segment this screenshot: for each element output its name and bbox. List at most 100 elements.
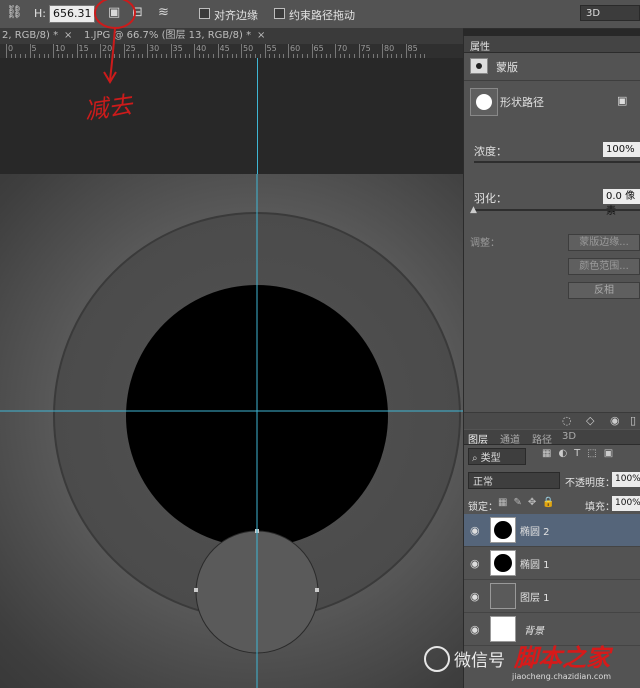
align-edges-checkbox[interactable] <box>199 8 210 19</box>
fill-field[interactable]: 100% <box>612 496 640 511</box>
ruler-label: 60 <box>290 44 301 53</box>
properties-title: 属性 <box>470 42 490 53</box>
fill-label: 填充： <box>585 502 615 513</box>
ruler-label: 85 <box>407 44 418 53</box>
artwork <box>0 174 463 688</box>
feather-field[interactable]: 0.0 像素 <box>603 189 640 217</box>
ruler-label: 0 <box>8 44 14 53</box>
layer-row[interactable]: ◉ 椭圆 1 <box>464 547 640 580</box>
document-canvas[interactable] <box>0 174 463 688</box>
ruler-label: 70 <box>337 44 348 53</box>
eye-icon[interactable]: ◉ <box>470 524 480 537</box>
ruler-tick <box>29 44 31 58</box>
ruler-label: 75 <box>360 44 371 53</box>
path-anchor-point <box>194 588 198 592</box>
layer-name[interactable]: 图层 1 <box>520 589 550 604</box>
tab-document-1[interactable]: 2, RGB/8) * <box>2 28 58 44</box>
layer-name[interactable]: 椭圆 1 <box>520 556 550 571</box>
search-icon: ⌕ <box>472 453 478 464</box>
layer-thumbnail <box>490 550 516 576</box>
ruler-label: 50 <box>243 44 254 53</box>
constrain-path-checkbox[interactable] <box>274 8 285 19</box>
opacity-label: 不透明度： <box>565 478 615 489</box>
ruler-tick <box>264 44 266 58</box>
path-anchor-point <box>315 588 319 592</box>
ruler-tick <box>405 44 407 58</box>
ruler-tick <box>288 44 289 58</box>
layer-name[interactable]: 椭圆 2 <box>520 523 550 538</box>
lock-label: 锁定： <box>468 502 498 513</box>
shape-path-label: 形状路径 <box>500 96 544 109</box>
ruler-label: 5 <box>31 44 37 53</box>
ruler-tick <box>358 44 360 58</box>
feather-label: 羽化： <box>474 192 507 205</box>
ruler-tick <box>217 44 219 58</box>
ruler-label: 80 <box>384 44 395 53</box>
eye-icon[interactable]: ◉ <box>470 557 480 570</box>
annotation-text: 减去 <box>82 90 135 126</box>
delete-icon[interactable]: ▯ <box>630 414 636 427</box>
density-slider[interactable] <box>474 161 640 163</box>
feather-slider[interactable] <box>474 209 640 211</box>
layer-filter-select[interactable]: ⌕ 类型 <box>468 448 526 465</box>
ruler-label: 45 <box>219 44 230 53</box>
mask-edge-button[interactable]: 蒙版边缘... <box>568 234 640 251</box>
workspace-select[interactable]: 3D <box>580 5 640 21</box>
h-label: H: <box>34 7 46 20</box>
feather-slider-handle[interactable]: ▲ <box>470 205 477 215</box>
layer-thumbnail <box>490 616 516 642</box>
annotation-line <box>109 27 116 81</box>
vertical-guide-upper <box>257 58 258 174</box>
blend-mode-select[interactable]: 正常 <box>468 472 560 489</box>
ruler-tick <box>382 44 383 58</box>
eye-icon[interactable]: ◉ <box>470 590 480 603</box>
eye-icon[interactable]: ◉ <box>470 623 480 636</box>
density-field[interactable]: 100% <box>603 142 640 157</box>
layer-row[interactable]: ◉ 椭圆 2 <box>464 514 640 547</box>
layers-tabbar: 图层 通道 路径 3D <box>464 430 640 446</box>
tab-layers[interactable]: 图层 <box>468 431 488 446</box>
vector-mask-thumbnail[interactable] <box>470 88 498 116</box>
align-edges-label: 对齐边缘 <box>214 9 258 22</box>
watermark: 微信号 脚本之家 jiaocheng.chazidian.com <box>418 640 640 688</box>
tab-paths[interactable]: 路径 <box>532 431 552 446</box>
wechat-icon <box>424 646 450 672</box>
layer-name[interactable]: 背景 <box>524 622 544 637</box>
ruler-label: 40 <box>196 44 207 53</box>
load-selection-icon[interactable]: ◌ <box>562 414 572 427</box>
density-label: 浓度： <box>474 145 507 158</box>
color-range-button[interactable]: 颜色范围... <box>568 258 640 275</box>
mask-icon <box>470 58 488 74</box>
opacity-field[interactable]: 100% <box>612 472 640 487</box>
properties-panel: 属性 蒙版 形状路径 ▣ 浓度： 100% 羽化： 0.0 像素 ▲ 调整： 蒙… <box>463 36 640 688</box>
ruler-tick <box>194 44 195 58</box>
tab-3d[interactable]: 3D <box>562 431 576 442</box>
layer-row[interactable]: ◉ 图层 1 <box>464 580 640 613</box>
annotation-circle <box>94 0 136 29</box>
apply-mask-icon[interactable]: ◇ <box>586 414 594 427</box>
ruler-label: 55 <box>266 44 277 53</box>
ruler-tick <box>335 44 336 58</box>
ruler-tick <box>241 44 242 58</box>
invert-button[interactable]: 反相 <box>568 282 640 299</box>
properties-header: 属性 <box>464 36 640 53</box>
adjust-label: 调整： <box>470 238 500 249</box>
add-pixel-mask-icon[interactable]: ▣ <box>617 94 627 107</box>
mask-label: 蒙版 <box>496 61 518 74</box>
tab-close-icon[interactable]: × <box>257 28 265 44</box>
ruler-tick <box>6 44 7 58</box>
layer-thumbnail <box>490 583 516 609</box>
properties-footer: ◌ ◇ ◉ ▯ <box>464 412 640 429</box>
site-url: jiaocheng.chazidian.com <box>512 672 612 681</box>
constrain-path-label: 约束路径拖动 <box>289 9 355 22</box>
visibility-icon[interactable]: ◉ <box>610 414 620 427</box>
tab-channels[interactable]: 通道 <box>500 431 520 446</box>
layer-thumbnail <box>490 517 516 543</box>
ruler-label: 65 <box>313 44 324 53</box>
lock-icons[interactable]: ▦✎✥🔒 <box>498 497 561 508</box>
link-icon[interactable]: ⛓ <box>6 5 23 21</box>
site-logo-text: 脚本之家 <box>514 644 610 672</box>
wechat-text: 微信号 <box>454 651 505 671</box>
filter-icons[interactable]: ▦◐T⬚▣ <box>542 448 620 459</box>
ruler-tick <box>53 44 54 58</box>
